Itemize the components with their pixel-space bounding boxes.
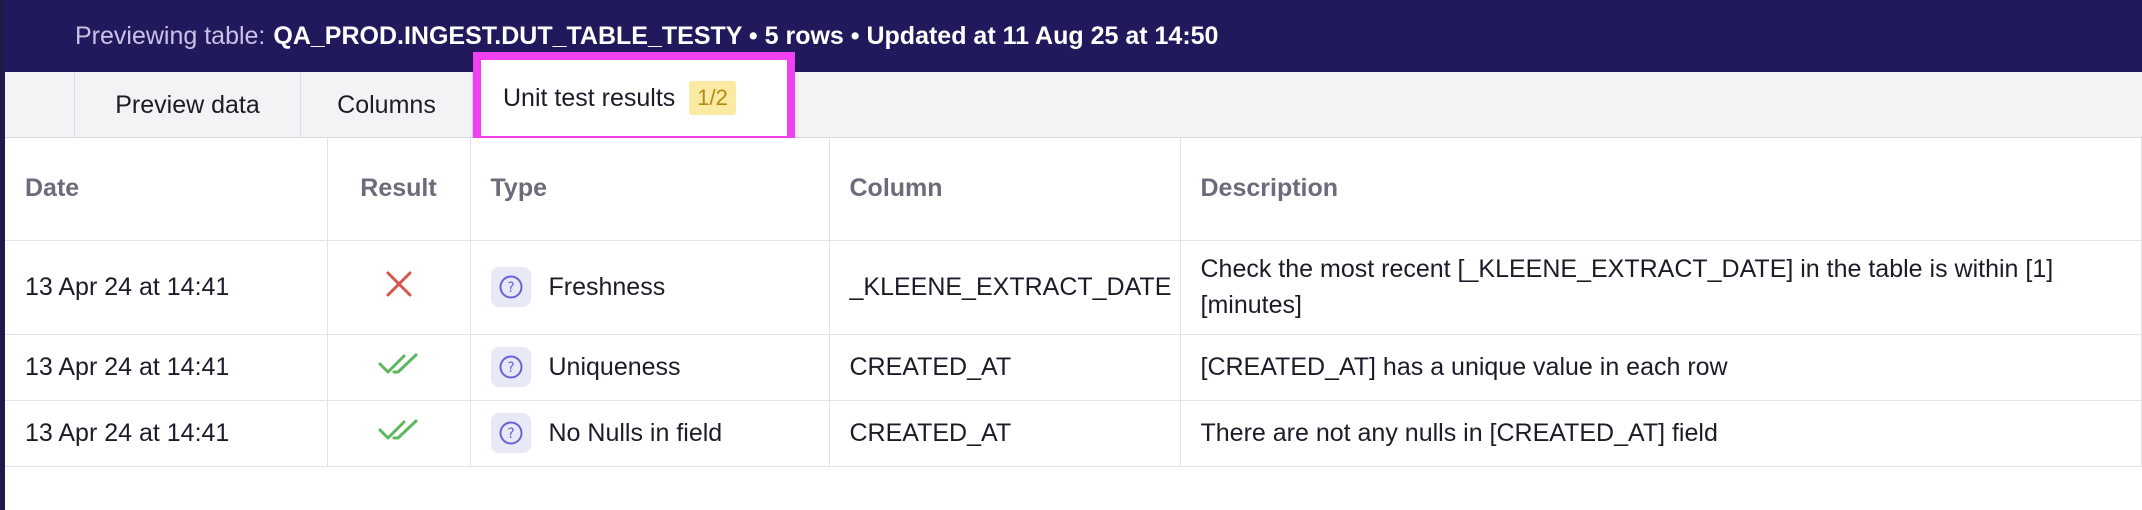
tab-columns[interactable]: Columns <box>301 72 473 138</box>
header-summary: QA_PROD.INGEST.DUT_TABLE_TESTY • 5 rows … <box>273 21 1219 50</box>
cell-date: 13 Apr 24 at 14:41 <box>5 240 328 335</box>
cell-result <box>327 334 471 401</box>
cell-date: 13 Apr 24 at 14:41 <box>5 334 328 401</box>
header-prefix: Previewing table: <box>75 21 266 50</box>
svg-text:?: ? <box>507 360 514 376</box>
cell-type: ? No Nulls in field <box>470 400 830 467</box>
header-description[interactable]: Description <box>1180 138 2142 241</box>
cross-icon <box>386 271 411 296</box>
cell-type: ? Freshness <box>470 240 830 335</box>
tab-unit-test-results[interactable]: Unit test results 1/2 <box>473 52 795 144</box>
table-row[interactable]: 13 Apr 24 at 14:41 ? <box>5 400 2142 467</box>
cell-description: Check the most recent [_KLEENE_EXTRACT_D… <box>1180 240 2142 335</box>
tab-spacer <box>5 72 75 138</box>
header-type[interactable]: Type <box>470 138 830 241</box>
cell-column: _KLEENE_EXTRACT_DATE <box>829 240 1181 335</box>
type-label: No Nulls in field <box>548 418 723 447</box>
question-circle-icon: ? <box>490 347 531 387</box>
table-row[interactable]: 13 Apr 24 at 14:41 ? <box>5 240 2142 335</box>
tab-count-badge: 1/2 <box>689 81 736 115</box>
cell-description: [CREATED_AT] has a unique value in each … <box>1180 334 2142 401</box>
header-date[interactable]: Date <box>5 138 328 241</box>
svg-text:?: ? <box>507 426 514 442</box>
unit-test-table: Date Result Type Column Description 13 A… <box>5 138 2142 467</box>
type-label: Uniqueness <box>548 352 681 381</box>
tab-preview-data[interactable]: Preview data <box>75 72 301 138</box>
cell-date: 13 Apr 24 at 14:41 <box>5 400 328 467</box>
cell-description: There are not any nulls in [CREATED_AT] … <box>1180 400 2142 467</box>
tab-label: Unit test results <box>503 83 676 112</box>
question-circle-icon: ? <box>490 267 531 307</box>
cell-result <box>327 240 471 335</box>
svg-text:?: ? <box>507 280 514 296</box>
double-check-icon <box>378 419 417 439</box>
header-column[interactable]: Column <box>829 138 1181 241</box>
table-row[interactable]: 13 Apr 24 at 14:41 ? <box>5 334 2142 401</box>
question-circle-icon: ? <box>490 413 531 453</box>
tab-bar: Preview data Columns Unit test results 1… <box>5 52 2142 144</box>
cell-type: ? Uniqueness <box>470 334 830 401</box>
cell-column: CREATED_AT <box>829 334 1181 401</box>
cell-column: CREATED_AT <box>829 400 1181 467</box>
tab-label: Columns <box>337 90 436 119</box>
preview-header: Previewing table: QA_PROD.INGEST.DUT_TAB… <box>5 0 2142 72</box>
header-result[interactable]: Result <box>327 138 471 241</box>
tab-label: Preview data <box>115 90 260 119</box>
type-label: Freshness <box>548 272 666 301</box>
cell-result <box>327 400 471 467</box>
double-check-icon <box>378 353 417 373</box>
